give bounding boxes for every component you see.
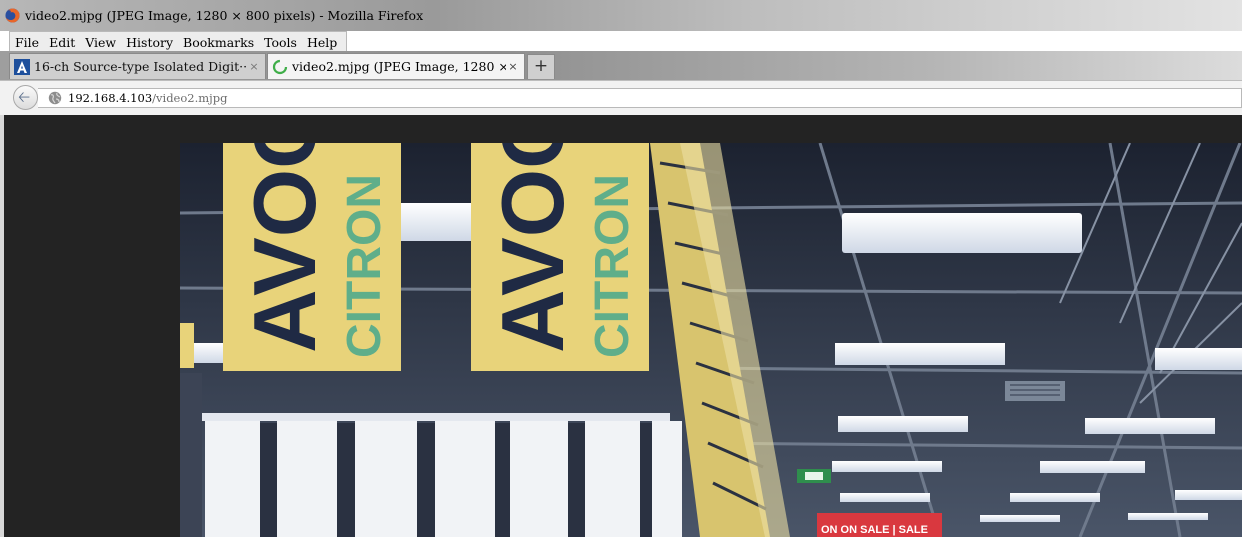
firefox-icon (5, 8, 20, 23)
back-button[interactable]: 🡠 (13, 85, 38, 110)
tab-strip: 16-ch Source-type Isolated Digit··· × vi… (0, 51, 1242, 80)
loading-spinner-icon (272, 59, 288, 74)
menu-bookmarks[interactable]: Bookmarks (178, 35, 259, 50)
navigation-bar: 🡠 192.168.4.103/video2.mjpg (0, 80, 1242, 115)
window-title: video2.mjpg (JPEG Image, 1280 × 800 pixe… (25, 8, 424, 23)
url-path: /video2.mjpg (152, 91, 228, 105)
tab-advantech[interactable]: 16-ch Source-type Isolated Digit··· × (9, 53, 266, 79)
url-text: 192.168.4.103/video2.mjpg (68, 91, 227, 105)
banner-1-word-2: CITRON (338, 174, 391, 358)
tab-video2[interactable]: video2.mjpg (JPEG Image, 1280 ×··· × (267, 53, 525, 79)
vent-box (1005, 381, 1065, 401)
close-tab-icon[interactable]: × (506, 60, 520, 73)
back-arrow-icon: 🡠 (18, 88, 31, 106)
advantech-a-icon (14, 58, 30, 75)
globe-icon[interactable] (48, 91, 62, 105)
page-viewport: AVOC CITRON AVOC CITRON ON ON SALE | SAL… (0, 115, 1242, 537)
sale-sign-text: ON ON SALE | SALE (821, 524, 928, 536)
new-tab-button[interactable]: + (527, 54, 555, 79)
close-tab-icon[interactable]: × (247, 60, 261, 73)
menu-file[interactable]: File (10, 35, 44, 50)
menu-tools[interactable]: Tools (259, 35, 302, 50)
menu-bar: File Edit View History Bookmarks Tools H… (9, 31, 347, 52)
menu-view[interactable]: View (80, 35, 121, 50)
menu-help[interactable]: Help (302, 35, 342, 50)
menu-history[interactable]: History (121, 35, 178, 50)
tab-label: video2.mjpg (JPEG Image, 1280 ×··· (292, 59, 506, 74)
url-host: 192.168.4.103 (68, 91, 153, 105)
window-left-edge (0, 115, 4, 537)
window-title-bar[interactable]: video2.mjpg (JPEG Image, 1280 × 800 pixe… (0, 0, 1242, 31)
menu-edit[interactable]: Edit (44, 35, 80, 50)
tab-label: 16-ch Source-type Isolated Digit··· (34, 59, 247, 74)
camera-image[interactable]: AVOC CITRON AVOC CITRON ON ON SALE | SAL… (180, 143, 1242, 537)
url-bar[interactable]: 192.168.4.103/video2.mjpg (38, 88, 1242, 108)
banner-2-word: AVOC (483, 143, 582, 353)
banner-2-word-2: CITRON (586, 174, 639, 358)
panel-rail (200, 413, 670, 421)
banner-1-word: AVOC (235, 143, 334, 353)
